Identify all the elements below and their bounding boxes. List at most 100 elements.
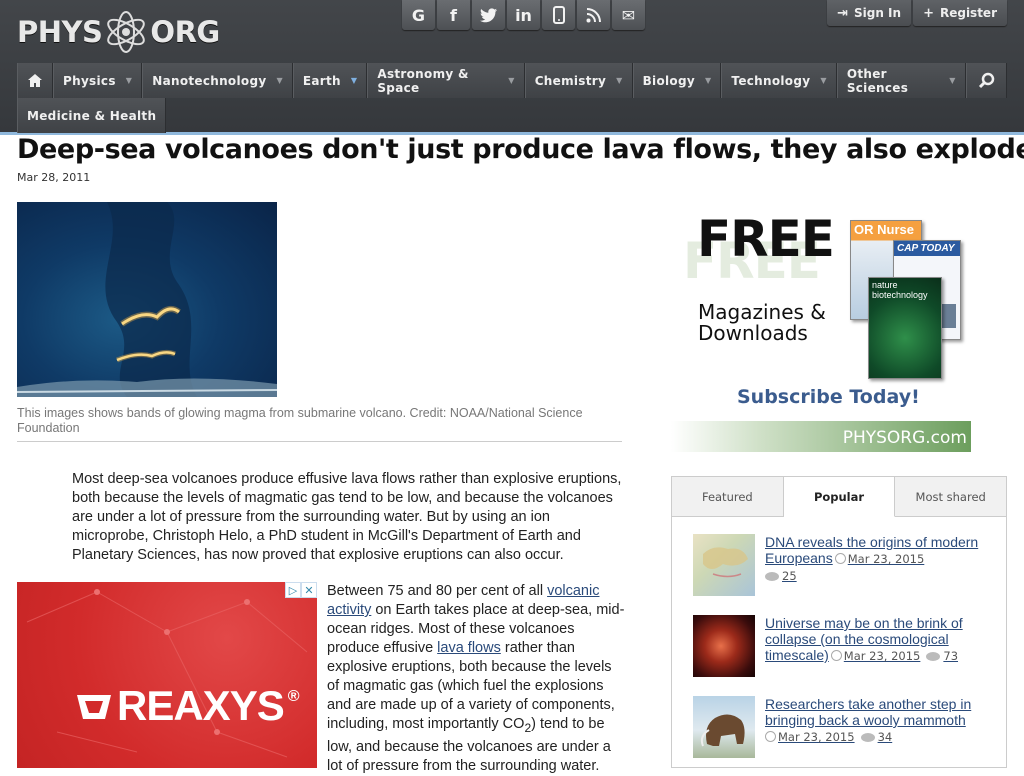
mobile-icon[interactable] xyxy=(542,0,575,30)
chevron-down-icon: ▼ xyxy=(508,76,515,85)
news-link[interactable]: Universe may be on the brink of collapse… xyxy=(765,615,990,664)
site-logo[interactable]: PHYS ORG xyxy=(17,10,220,54)
nav-physics[interactable]: Physics ▼ xyxy=(53,63,143,98)
register-button[interactable]: + Register xyxy=(913,0,1007,26)
free-magazines-ad[interactable]: FREE FREE Magazines & Downloads OR Nurse… xyxy=(671,202,1007,454)
nav-nanotechnology[interactable]: Nanotechnology ▼ xyxy=(142,63,293,98)
news-date: Mar 23, 2015 xyxy=(843,649,921,663)
chevron-down-icon: ▼ xyxy=(125,76,133,85)
article-date: Mar 28, 2011 xyxy=(17,171,91,184)
article-paragraph-2: Between 75 and 80 per cent of all volcan… xyxy=(327,582,627,776)
tab-popular[interactable]: Popular xyxy=(783,477,896,517)
chevron-down-icon: ▼ xyxy=(949,76,956,85)
comment-icon xyxy=(765,572,779,581)
chevron-down-icon: ▼ xyxy=(276,76,283,85)
news-link[interactable]: Researchers take another step in bringin… xyxy=(765,696,990,745)
nav-other-sciences[interactable]: Other Sciences ▼ xyxy=(836,63,966,98)
clock-icon xyxy=(834,553,846,564)
comment-count: 25 xyxy=(782,569,797,583)
news-thumbnail-europe-map[interactable] xyxy=(693,534,755,596)
reaxys-ad[interactable]: ▷ ✕ REAXYS ® xyxy=(17,582,317,768)
clock-icon xyxy=(830,650,842,661)
subscribe-today-link[interactable]: Subscribe Today! xyxy=(737,386,920,408)
chevron-down-icon: ▼ xyxy=(704,76,712,85)
news-thumbnail-universe[interactable] xyxy=(693,615,755,677)
nav-home[interactable] xyxy=(17,63,53,98)
sign-in-button[interactable]: ⇥ Sign In xyxy=(827,0,912,26)
nav-medicine-health[interactable]: Medicine & Health xyxy=(17,98,167,133)
twitter-icon[interactable] xyxy=(472,0,505,30)
ad-network-pattern xyxy=(26,589,308,758)
logo-text-left: PHYS xyxy=(17,15,103,49)
article-hero-image[interactable] xyxy=(17,202,277,397)
google-plus-icon[interactable]: G xyxy=(402,0,435,30)
logo-text-right: ORG xyxy=(150,15,220,49)
nav-astronomy-space[interactable]: Astronomy & Space ▼ xyxy=(367,63,525,98)
text-span: Between 75 and 80 per cent of all xyxy=(327,583,548,599)
comment-icon xyxy=(926,652,941,661)
nav-earth[interactable]: Earth ▼ xyxy=(292,63,368,98)
divider xyxy=(17,441,622,442)
news-title: Researchers take another step in bringin… xyxy=(765,696,972,728)
free-heading: FREE xyxy=(697,210,835,268)
ad-choices[interactable]: ▷ ✕ xyxy=(285,582,317,598)
reaxys-logo: REAXYS ® xyxy=(75,682,299,730)
atom-logo-icon xyxy=(107,11,146,53)
chevron-down-icon: ▼ xyxy=(350,76,358,85)
cover-title: CAP TODAY xyxy=(894,241,960,256)
main-nav: Physics ▼ Nanotechnology ▼ Earth ▼ Astronom… xyxy=(17,63,1007,133)
facebook-icon[interactable]: f xyxy=(437,0,470,30)
nav-technology[interactable]: Technology ▼ xyxy=(721,63,837,98)
site-header: PHYS ORG G f in ✉ ⇥ Sign In + Register P… xyxy=(0,0,1024,135)
sign-in-label: Sign In xyxy=(853,6,902,20)
social-links: G f in ✉ xyxy=(402,0,647,30)
register-label: Register xyxy=(939,6,997,20)
chevron-down-icon: ▼ xyxy=(820,76,827,85)
mobile-shape xyxy=(552,6,565,24)
comment-count: 73 xyxy=(943,649,959,663)
news-meta: Mar 23, 2015 xyxy=(833,552,924,566)
volcano-photo xyxy=(17,202,277,397)
magazines-line-2: Downloads xyxy=(698,321,808,345)
nav-label: Physics xyxy=(63,73,116,88)
nav-label: Other Sciences xyxy=(846,66,909,95)
nav-label: Astronomy & Space xyxy=(377,66,469,95)
nav-label: Biology xyxy=(642,73,695,88)
comment-count: 34 xyxy=(877,730,893,744)
ad-info-icon[interactable]: ▷ xyxy=(285,582,301,598)
reaxys-brand: REAXYS xyxy=(117,682,285,729)
popular-news-widget: Featured Popular Most shared DNA reveals… xyxy=(671,476,1007,768)
email-icon[interactable]: ✉ xyxy=(612,0,645,30)
cover-title: nature biotechnology xyxy=(872,280,928,300)
sign-in-icon: ⇥ xyxy=(837,5,848,21)
plus-icon: + xyxy=(923,5,934,21)
rss-shape xyxy=(586,7,601,22)
nav-label: Technology xyxy=(731,73,811,88)
rss-icon[interactable] xyxy=(577,0,610,30)
tab-most-shared[interactable]: Most shared xyxy=(895,477,1006,516)
tab-featured[interactable]: Featured xyxy=(672,477,784,516)
mammoth-shape xyxy=(700,714,745,747)
twitter-bird-shape xyxy=(479,7,497,22)
image-caption: This images shows bands of glowing magma… xyxy=(17,406,583,435)
nav-biology[interactable]: Biology ▼ xyxy=(632,63,722,98)
nav-chemistry[interactable]: Chemistry ▼ xyxy=(524,63,633,98)
link-lava-flows[interactable]: lava flows xyxy=(437,640,501,656)
magazine-cover-nature-biotech: nature biotechnology xyxy=(868,277,942,379)
article-lead-paragraph: Most deep-sea volcanoes produce effusive… xyxy=(72,471,622,563)
news-meta: Mar 23, 2015 73 xyxy=(829,649,958,663)
reaxys-mark-icon xyxy=(77,695,111,719)
news-link[interactable]: DNA reveals the origins of modern Europe… xyxy=(765,534,990,584)
nav-label: Nanotechnology xyxy=(152,73,267,88)
magazines-text: Magazines & Downloads xyxy=(698,302,826,344)
news-tabs: Featured Popular Most shared xyxy=(672,477,1006,517)
news-meta: Mar 23, 2015 34 xyxy=(765,730,892,744)
clock-icon xyxy=(765,731,776,742)
auth-links: ⇥ Sign In + Register xyxy=(825,0,1007,26)
news-thumbnail-mammoth[interactable] xyxy=(693,696,755,758)
ad-close-icon[interactable]: ✕ xyxy=(301,582,317,598)
nav-search-button[interactable] xyxy=(965,63,1007,98)
linkedin-icon[interactable]: in xyxy=(507,0,540,30)
home-icon xyxy=(28,74,42,87)
magazines-line-1: Magazines & xyxy=(698,300,826,324)
